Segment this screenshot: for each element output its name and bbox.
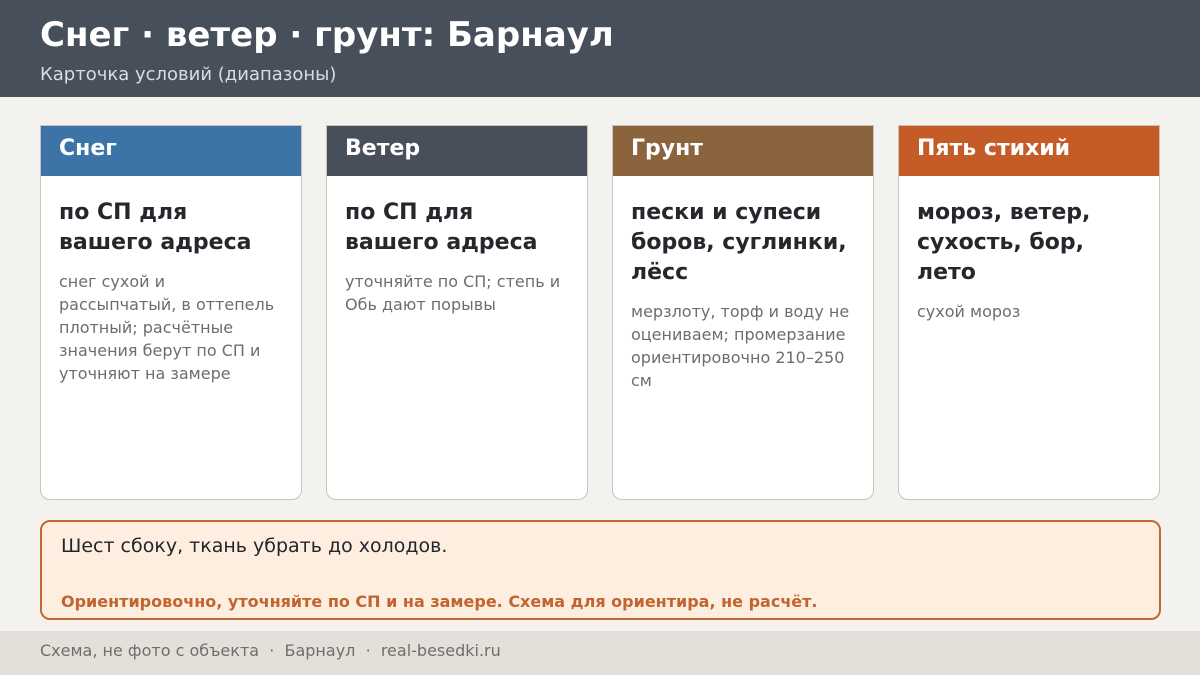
footer: Схема, не фото с объекта · Барнаул · rea… <box>0 631 1200 675</box>
page-subtitle: Карточка условий (диапазоны) <box>40 64 337 85</box>
card-snow-main: по СП для вашего адреса <box>59 200 252 255</box>
notice-warning: Ориентировочно, уточняйте по СП и на зам… <box>61 592 818 611</box>
card-snow: Снег по СП для вашего адреса снег сухой … <box>40 125 302 500</box>
notice-text: Шест сбоку, ткань убрать до холодов. <box>61 535 448 557</box>
card-elements-head: Пять стихий <box>899 126 1159 176</box>
card-wind-head: Ветер <box>327 126 587 176</box>
card-elements: Пять стихий мороз, ветер, сухость, бор, … <box>898 125 1160 500</box>
card-elements-note: сухой мороз <box>917 302 1021 321</box>
card-wind-note: уточняйте по СП; степь и Обь дают порывы <box>345 272 561 314</box>
card-soil-main: пески и супеси боров, суглинки, лёсс <box>631 200 847 285</box>
card-snow-head: Снег <box>41 126 301 176</box>
card-soil-note: мерзлоту, торф и воду не оцениваем; пром… <box>631 302 850 390</box>
notice-box: Шест сбоку, ткань убрать до холодов. Ори… <box>40 520 1161 620</box>
page-title: Снег · ветер · грунт: Барнаул <box>40 15 614 55</box>
card-wind-main: по СП для вашего адреса <box>345 200 538 255</box>
card-snow-note: снег сухой и рассыпчатый, в оттепель пло… <box>59 272 275 383</box>
card-elements-main: мороз, ветер, сухость, бор, лето <box>917 200 1091 285</box>
card-wind: Ветер по СП для вашего адреса уточняйте … <box>326 125 588 500</box>
card-soil-head: Грунт <box>613 126 873 176</box>
footer-text: Схема, не фото с объекта · Барнаул · rea… <box>40 641 501 660</box>
card-soil: Грунт пески и супеси боров, суглинки, лё… <box>612 125 874 500</box>
header: Снег · ветер · грунт: Барнаул Карточка у… <box>0 0 1200 97</box>
